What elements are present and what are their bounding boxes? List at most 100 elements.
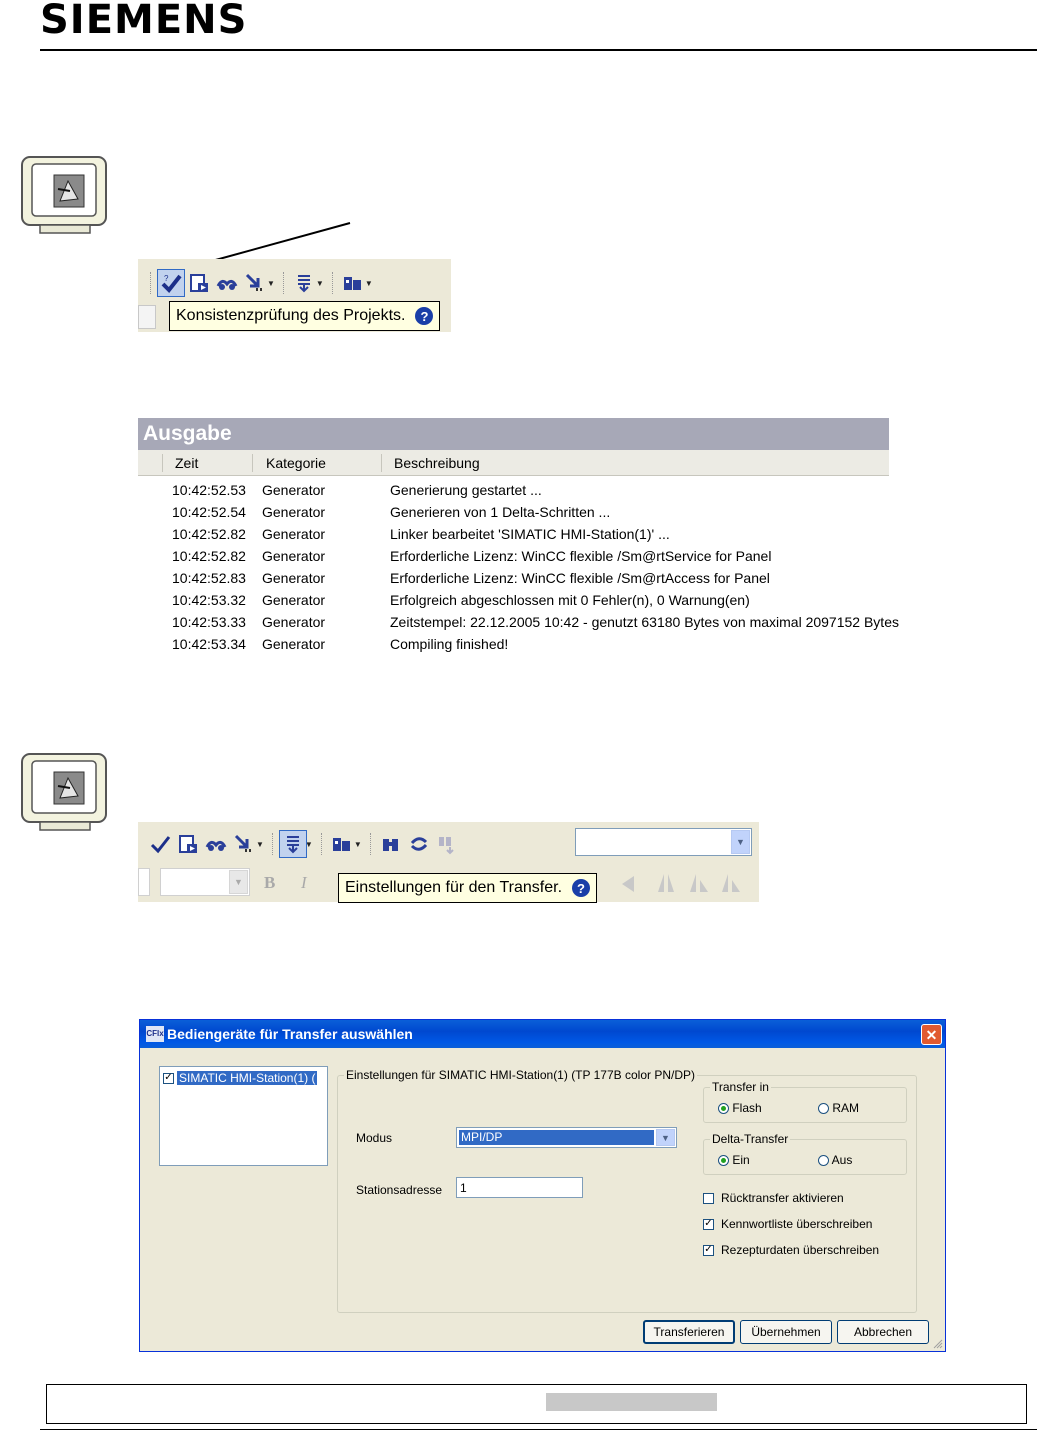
checkbox[interactable]: ✓ bbox=[703, 1244, 714, 1256]
column-header-description[interactable]: Beschreibung bbox=[394, 455, 480, 471]
cell-category: Generator bbox=[262, 482, 326, 498]
radio-button[interactable] bbox=[718, 1103, 729, 1115]
checkbox-recipe-data[interactable]: ✓ Rezepturdaten überschreiben bbox=[703, 1243, 879, 1257]
cancel-button[interactable]: Abbrechen bbox=[837, 1320, 929, 1344]
svg-text:?: ? bbox=[164, 274, 169, 283]
column-header-time[interactable]: Zeit bbox=[175, 455, 198, 471]
check-consistency-icon[interactable]: ? bbox=[157, 269, 185, 297]
cell-description: Zeitstempel: 22.12.2005 10:42 - genutzt … bbox=[390, 614, 899, 630]
cell-category: Generator bbox=[262, 592, 326, 608]
checkbox-label: Kennwortliste überschreiben bbox=[721, 1217, 873, 1231]
radio-button[interactable] bbox=[818, 1155, 829, 1167]
station-address-field[interactable] bbox=[456, 1177, 583, 1198]
device-list[interactable]: ✓ SIMATIC HMI-Station(1) ( bbox=[159, 1066, 328, 1166]
cell-category: Generator bbox=[262, 504, 326, 520]
table-row[interactable]: 10:42:52.54 Generator Generieren von 1 Del… bbox=[138, 501, 889, 523]
table-row[interactable]: 10:42:52.53 Generator Generierung gestarte… bbox=[138, 479, 889, 501]
cell-time: 10:42:52.82 bbox=[172, 526, 246, 542]
chevron-down-icon[interactable]: ▼ bbox=[656, 1129, 675, 1146]
download-icon[interactable] bbox=[278, 830, 307, 858]
transfer-dialog: CFlx Bediengeräte für Transfer auswählen… bbox=[139, 1019, 946, 1352]
output-header-row: Zeit Kategorie Beschreibung bbox=[138, 450, 889, 476]
station-label: Stationsadresse bbox=[356, 1183, 443, 1197]
table-row[interactable]: 10:42:52.83 Generator Erforderliche Lizenz… bbox=[138, 567, 889, 589]
checkbox-password-list[interactable]: ✓ Kennwortliste überschreiben bbox=[703, 1217, 872, 1231]
check-consistency-icon[interactable] bbox=[146, 830, 174, 858]
replace-icon[interactable] bbox=[405, 830, 433, 858]
mode-value: MPI/DP bbox=[459, 1130, 654, 1145]
toolbar-consistency: ? ▼ ▼ ▼ Konsistenzprüfung des Projekts. … bbox=[138, 259, 451, 332]
project-icon[interactable] bbox=[328, 830, 356, 858]
transfer-button[interactable]: Transferieren bbox=[643, 1320, 735, 1344]
tooltip-consistency: Konsistenzprüfung des Projekts. ? bbox=[169, 301, 441, 331]
list-item[interactable]: ✓ SIMATIC HMI-Station(1) ( bbox=[163, 1071, 318, 1085]
cell-description: Generieren von 1 Delta-Schritten ... bbox=[390, 504, 611, 520]
table-row[interactable]: 10:42:53.33 Generator Zeitstempel: 22.12.2… bbox=[138, 611, 899, 633]
computer-monitor-icon bbox=[20, 155, 110, 235]
toolbar-transfer: ▼ ▼ ▼ ▼ ▼ B I Einstellungen für den Tran… bbox=[138, 822, 759, 903]
toolbar-separator bbox=[369, 833, 373, 855]
mode-label: Modus bbox=[356, 1131, 393, 1145]
italic-button[interactable]: I bbox=[301, 873, 307, 893]
bold-button[interactable]: B bbox=[264, 873, 275, 893]
project-icon[interactable] bbox=[339, 269, 367, 297]
toolbar-separator bbox=[331, 272, 335, 294]
delta-transfer-label: Delta-Transfer bbox=[710, 1132, 791, 1146]
radio-button[interactable] bbox=[818, 1103, 829, 1115]
transfer-icon[interactable] bbox=[230, 830, 258, 858]
radio-flash[interactable]: Flash bbox=[718, 1101, 762, 1115]
tooltip-transfer: Einstellungen für den Transfer. ? bbox=[338, 873, 598, 903]
apply-button[interactable]: Übernehmen bbox=[740, 1320, 832, 1344]
cell-time: 10:42:52.83 bbox=[172, 570, 246, 586]
cell-time: 10:42:52.54 bbox=[172, 504, 246, 520]
resize-grip-icon[interactable] bbox=[931, 1337, 943, 1349]
toolbar-separator bbox=[271, 833, 275, 855]
download-icon[interactable] bbox=[290, 269, 318, 297]
radio-ein[interactable]: Ein bbox=[718, 1153, 750, 1167]
siemens-logo: SIEMENS bbox=[40, 0, 248, 43]
device-label[interactable]: SIMATIC HMI-Station(1) ( bbox=[177, 1071, 318, 1085]
help-icon[interactable]: ? bbox=[572, 879, 591, 897]
simulate-icon[interactable] bbox=[213, 269, 241, 297]
close-icon[interactable]: ✕ bbox=[921, 1024, 942, 1045]
transfer-icon[interactable] bbox=[241, 269, 269, 297]
help-icon[interactable]: ? bbox=[415, 307, 434, 325]
checkbox[interactable]: ✓ bbox=[703, 1218, 714, 1230]
radio-aus-label: Aus bbox=[831, 1153, 853, 1167]
font-size-combo[interactable]: ▼ bbox=[160, 868, 250, 896]
footer-box bbox=[46, 1384, 1027, 1424]
checkbox-label: Rezepturdaten überschreiben bbox=[721, 1243, 880, 1257]
checkbox[interactable] bbox=[703, 1192, 714, 1204]
table-row[interactable]: 10:42:53.32 Generator Erfolgreich abgeschl… bbox=[138, 589, 889, 611]
radio-flash-label: Flash bbox=[732, 1101, 762, 1115]
cell-description: Compiling finished! bbox=[390, 636, 509, 652]
find-icon[interactable] bbox=[377, 830, 405, 858]
cell-category: Generator bbox=[262, 570, 326, 586]
cell-description: Erforderliche Lizenz: WinCC flexible /Sm… bbox=[390, 570, 770, 586]
cell-description: Erforderliche Lizenz: WinCC flexible /Sm… bbox=[390, 548, 772, 564]
radio-aus[interactable]: Aus bbox=[818, 1153, 852, 1167]
mode-select[interactable]: MPI/DP ▼ bbox=[456, 1127, 677, 1148]
dialog-title: Bediengeräte für Transfer auswählen bbox=[167, 1026, 413, 1042]
device-checkbox[interactable]: ✓ bbox=[163, 1072, 174, 1084]
radio-button[interactable] bbox=[718, 1155, 729, 1167]
table-row[interactable]: 10:42:52.82 Generator Erforderliche Lizenz… bbox=[138, 545, 889, 567]
column-header-category[interactable]: Kategorie bbox=[266, 455, 326, 471]
table-row[interactable]: 10:42:52.82 Generator Linker bearbeitet 'S… bbox=[138, 523, 889, 545]
cell-description: Erfolgreich abgeschlossen mit 0 Fehler(n… bbox=[390, 592, 750, 608]
toolbar-separator bbox=[320, 833, 324, 855]
search-combo[interactable]: ▼ bbox=[575, 828, 752, 856]
cell-time: 10:42:52.53 bbox=[172, 482, 246, 498]
toolbar-separator bbox=[282, 272, 286, 294]
find-next-disabled-icon bbox=[433, 830, 461, 858]
settings-group-label: Einstellungen für SIMATIC HMI-Station(1)… bbox=[344, 1068, 698, 1082]
table-row[interactable]: 10:42:53.34 Generator Compiling finished! bbox=[138, 633, 889, 655]
radio-ram[interactable]: RAM bbox=[818, 1101, 859, 1115]
chevron-down-icon[interactable]: ▼ bbox=[731, 830, 750, 854]
compile-icon[interactable] bbox=[185, 269, 213, 297]
checkbox-back-transfer[interactable]: Rücktransfer aktivieren bbox=[703, 1191, 844, 1205]
compile-icon[interactable] bbox=[174, 830, 202, 858]
simulate-icon[interactable] bbox=[202, 830, 230, 858]
chevron-down-icon[interactable]: ▼ bbox=[229, 870, 248, 894]
output-title: Ausgabe bbox=[138, 418, 889, 450]
